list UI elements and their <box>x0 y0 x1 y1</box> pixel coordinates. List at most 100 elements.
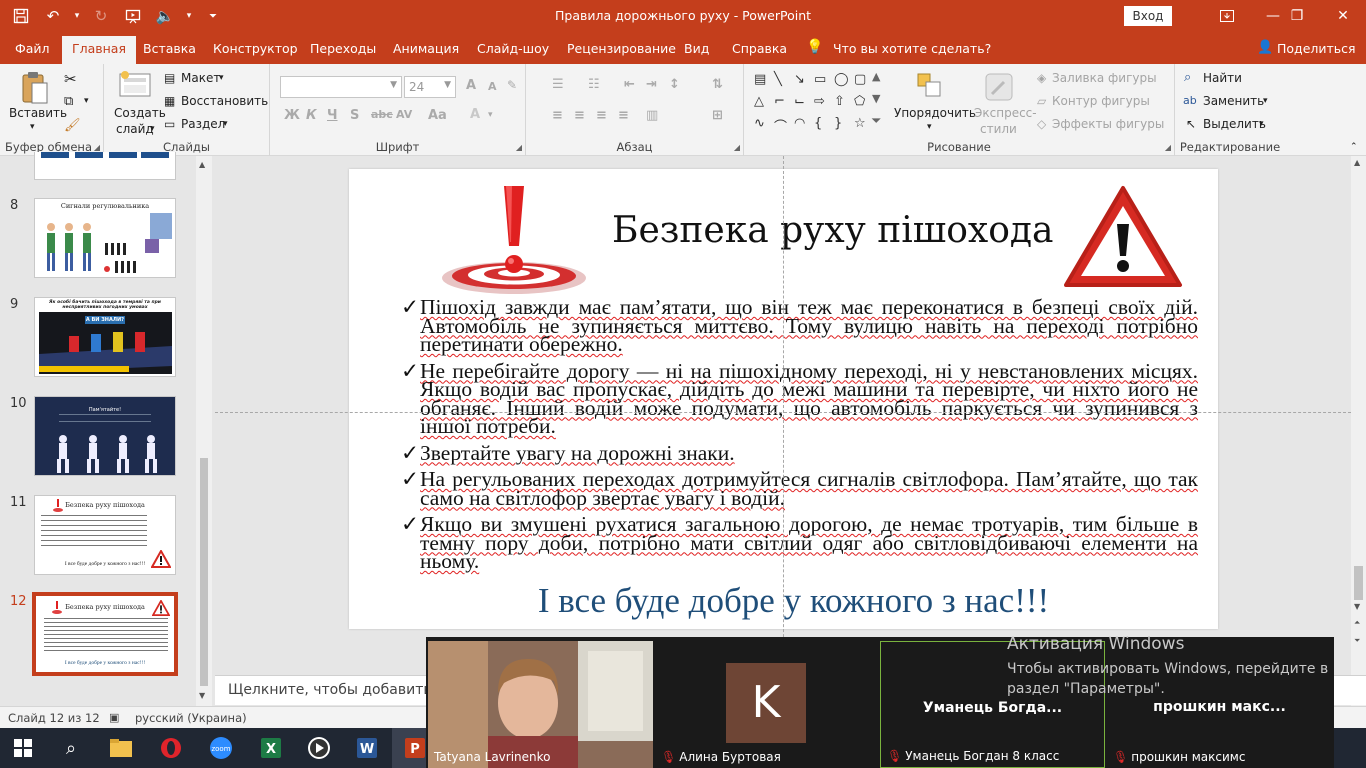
arrow-line-icon[interactable]: ↘ <box>794 72 805 87</box>
slide-thumbnail-8[interactable]: Сигнали регулювальника <box>34 198 176 278</box>
tab-home[interactable]: Главная <box>62 36 136 64</box>
tab-insert[interactable]: Вставка <box>143 41 196 56</box>
oval-shape-icon[interactable]: ◯ <box>834 72 849 87</box>
pentagon-icon[interactable]: ⬠ <box>854 94 865 109</box>
excel-icon[interactable]: X <box>248 728 294 768</box>
font-launcher-icon[interactable]: ◢ <box>516 143 522 152</box>
shape-outline-button[interactable]: Контур фигуры <box>1052 94 1150 108</box>
star-icon[interactable]: ☆ <box>854 116 866 131</box>
font-size-combo[interactable]: 24 ▼ <box>404 76 456 98</box>
shape-fill-icon[interactable]: ◈ <box>1037 71 1046 85</box>
strike-icon[interactable]: abc <box>371 108 393 121</box>
find-button[interactable]: Найти <box>1203 71 1242 85</box>
quick-styles-label-2[interactable]: стили <box>980 122 1017 136</box>
quick-styles-button[interactable]: Экспресс- <box>974 106 1037 120</box>
slide-scroll-thumb[interactable] <box>1354 566 1363 600</box>
new-slide-dropdown-icon[interactable]: ▾ <box>150 124 155 134</box>
shape-outline-icon[interactable]: ▱ <box>1037 94 1046 108</box>
align-left-icon[interactable]: ≡ <box>552 108 563 123</box>
windows-start-icon[interactable] <box>0 728 46 768</box>
cursor-icon[interactable]: ↖ <box>1186 117 1196 131</box>
shapes-gallery[interactable]: ▤ ╲ ↘ ▭ ◯ ▢ △ ⌐ ⌙ ⇨ ⇧ ⬠ ∿ ⌒ ◠ { } ☆ <box>752 72 870 135</box>
up-arrow-icon[interactable]: ⇧ <box>834 94 845 109</box>
quick-styles-icon[interactable] <box>984 72 1014 105</box>
tab-slideshow[interactable]: Слайд-шоу <box>477 41 549 56</box>
freeform-icon[interactable]: ∿ <box>754 116 765 131</box>
bullets-icon[interactable]: ☰ <box>552 77 564 92</box>
new-slide-icon[interactable] <box>118 70 152 103</box>
section-button[interactable]: Раздел <box>181 117 225 131</box>
gallery-down-icon[interactable]: ▼ <box>872 92 880 105</box>
thumbnails-scrollbar[interactable]: ▲ ▼ <box>196 156 212 706</box>
arrange-dropdown-icon[interactable]: ▾ <box>927 122 932 132</box>
signin-button[interactable]: Вход <box>1124 6 1172 26</box>
thumbnails-scroll-thumb[interactable] <box>200 458 208 686</box>
arrange-icon[interactable] <box>916 72 944 103</box>
numbering-icon[interactable]: ☷ <box>588 77 600 92</box>
paste-icon[interactable] <box>20 70 50 109</box>
tab-design[interactable]: Конструктор <box>213 41 298 56</box>
triangle-shape-icon[interactable]: △ <box>754 94 764 109</box>
tab-view[interactable]: Вид <box>684 41 709 56</box>
arc-icon[interactable]: ◠ <box>794 116 805 131</box>
shape-effects-icon[interactable]: ◇ <box>1037 117 1046 131</box>
line-shape-icon[interactable]: ╲ <box>774 72 782 87</box>
shrink-font-icon[interactable]: A <box>488 80 497 93</box>
decrease-indent-icon[interactable]: ⇤ <box>624 77 635 92</box>
font-color-icon[interactable]: A <box>470 107 480 122</box>
scroll-down-icon[interactable]: ▼ <box>199 691 205 700</box>
video-tile-tatyana[interactable]: Tatyana Lavrinenko <box>428 641 653 768</box>
slide-closing-text[interactable]: І все буде добре у кожного з нас!!! <box>349 581 1238 621</box>
next-slide-icon[interactable]: ⏷ <box>1354 636 1360 646</box>
replace-dropdown-icon[interactable]: ▾ <box>1263 96 1268 106</box>
columns-icon[interactable]: ▥ <box>646 108 658 123</box>
section-dropdown-icon[interactable]: ▾ <box>223 119 228 129</box>
change-case-button[interactable]: Aa <box>428 108 447 123</box>
scroll-up-icon[interactable]: ▲ <box>199 160 205 169</box>
tab-review[interactable]: Рецензирование <box>567 41 676 56</box>
copy-icon[interactable]: ⧉ <box>64 94 73 109</box>
media-player-icon[interactable] <box>296 728 342 768</box>
text-direction-icon[interactable]: ⇅ <box>712 77 723 92</box>
word-icon[interactable]: W <box>344 728 390 768</box>
clear-format-icon[interactable]: ✎ <box>507 78 517 92</box>
rectangle-shape-icon[interactable]: ▭ <box>814 72 826 87</box>
layout-button[interactable]: Макет <box>181 71 220 85</box>
curve-icon[interactable]: ⌒ <box>774 116 787 135</box>
brace-left-icon[interactable]: { <box>814 116 822 131</box>
paste-dropdown-icon[interactable]: ▾ <box>30 122 35 132</box>
select-button[interactable]: Выделить <box>1203 117 1266 131</box>
share-button[interactable]: Поделиться <box>1277 41 1356 56</box>
close-icon[interactable]: ✕ <box>1320 0 1366 32</box>
section-icon[interactable]: ▭ <box>164 117 175 131</box>
drawing-launcher-icon[interactable]: ◢ <box>1165 143 1171 152</box>
slide-thumbnail-7[interactable] <box>34 152 176 180</box>
slide-scrollbar[interactable]: ▲ ▼ ⏶ ⏷ <box>1351 156 1366 706</box>
tab-transitions[interactable]: Переходы <box>310 41 376 56</box>
elbow-icon[interactable]: ⌙ <box>794 94 805 109</box>
video-tile-alina[interactable]: K 🎙 Алина Буртовая <box>655 641 878 768</box>
tab-animations[interactable]: Анимация <box>393 41 459 56</box>
increase-indent-icon[interactable]: ⇥ <box>646 77 657 92</box>
slide-thumbnail-10[interactable]: Пам'ятайте! <box>34 396 176 476</box>
shape-effects-button[interactable]: Эффекты фигуры <box>1052 117 1164 131</box>
new-slide-label-2[interactable]: слайд <box>116 122 154 136</box>
cut-icon[interactable]: ✂ <box>64 70 77 88</box>
shape-fill-button[interactable]: Заливка фигуры <box>1052 71 1157 85</box>
format-painter-icon[interactable]: 🖌 <box>64 118 81 133</box>
shadow-button[interactable]: S <box>350 108 359 123</box>
textbox-shape-icon[interactable]: ▤ <box>754 72 766 87</box>
grow-font-icon[interactable]: A <box>466 78 476 93</box>
slide-thumbnail-11[interactable]: Безпека руху пішохода І все буде добре у… <box>34 495 176 575</box>
line-spacing-icon[interactable]: ↕ <box>669 77 680 92</box>
replace-button[interactable]: Заменить <box>1203 94 1264 108</box>
gallery-more-icon[interactable]: ⏷ <box>872 114 881 128</box>
font-color-dropdown-icon[interactable]: ▾ <box>488 110 493 120</box>
new-slide-button[interactable]: Создать <box>114 106 166 120</box>
previous-slide-icon[interactable]: ⏶ <box>1354 618 1360 628</box>
gallery-up-icon[interactable]: ▲ <box>872 70 880 83</box>
paragraph-launcher-icon[interactable]: ◢ <box>734 143 740 152</box>
smartart-icon[interactable]: ⊞ <box>712 108 723 123</box>
arrange-button[interactable]: Упорядочить <box>894 106 976 120</box>
layout-icon[interactable]: ▤ <box>164 71 175 85</box>
